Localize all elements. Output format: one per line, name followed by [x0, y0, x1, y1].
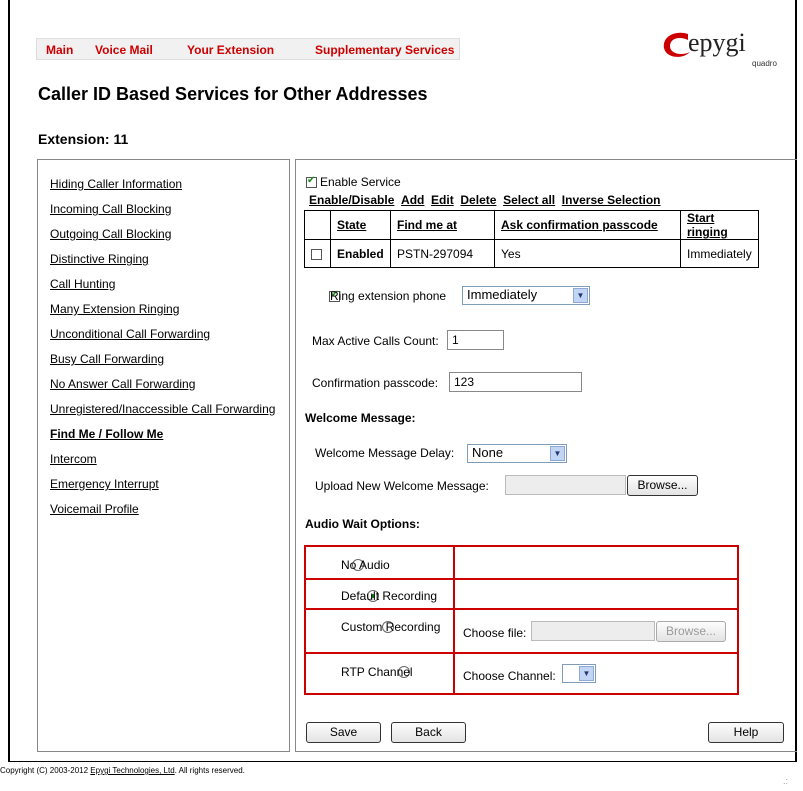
choose-channel-label: Choose Channel:: [463, 669, 556, 683]
welcome-file-input[interactable]: [505, 475, 626, 495]
max-active-calls-label: Max Active Calls Count:: [312, 334, 439, 348]
nav-your-extension[interactable]: Your Extension: [187, 43, 274, 57]
confirmation-passcode-label: Confirmation passcode:: [312, 376, 439, 390]
rtp-channel-label: RTP Channel: [341, 665, 413, 679]
copyright-suffix: . All rights reserved.: [174, 766, 245, 775]
audio-divider: [453, 547, 455, 693]
sidebar-item-distinctive-ringing[interactable]: Distinctive Ringing: [50, 252, 149, 266]
sidebar-item-voicemail-profile[interactable]: Voicemail Profile: [50, 502, 139, 516]
logo-subtext: quadro: [752, 59, 777, 68]
custom-recording-label: Custom Recording: [341, 620, 441, 634]
row-start-ringing: Immediately: [680, 239, 759, 268]
select-all-link[interactable]: Select all: [503, 193, 555, 207]
ring-extension-label: Ring extension phone: [330, 289, 447, 303]
row-checkbox[interactable]: [311, 248, 322, 260]
sidebar-item-unregistered-call-forwarding[interactable]: Unregistered/Inaccessible Call Forwardin…: [50, 402, 275, 416]
confirmation-passcode-input[interactable]: 123: [449, 372, 582, 392]
chevron-down-icon: ▼: [579, 666, 594, 681]
sidebar-item-emergency-interrupt[interactable]: Emergency Interrupt: [50, 477, 159, 491]
ring-extension-select[interactable]: Immediately ▼: [462, 286, 590, 305]
custom-recording-browse-button[interactable]: Browse...: [656, 621, 726, 642]
nav-supplementary-services[interactable]: Supplementary Services: [315, 43, 454, 57]
chevron-down-icon: ▼: [550, 446, 565, 461]
welcome-browse-button[interactable]: Browse...: [627, 475, 698, 496]
audio-divider: [306, 578, 737, 580]
copyright-footer: Copyright (C) 2003-2012 Epygi Technologi…: [0, 766, 245, 775]
audio-divider: [306, 652, 737, 654]
audio-wait-heading: Audio Wait Options:: [305, 517, 420, 531]
find-me-table: State Find me at Ask confirmation passco…: [304, 210, 759, 268]
header-state[interactable]: State: [330, 210, 391, 240]
enable-service-checkbox[interactable]: [306, 175, 317, 189]
top-nav: Main Voice Mail Your Extension Supplemen…: [36, 38, 460, 60]
delete-link[interactable]: Delete: [460, 193, 496, 207]
nav-voice-mail[interactable]: Voice Mail: [95, 43, 153, 57]
copyright-prefix: Copyright (C) 2003-2012: [0, 766, 89, 775]
back-button[interactable]: Back: [391, 722, 466, 743]
logo-text: epygi: [688, 28, 746, 57]
chevron-down-icon: ▼: [573, 288, 588, 303]
header-find-me-at[interactable]: Find me at: [390, 210, 495, 240]
sidebar-item-intercom[interactable]: Intercom: [50, 452, 97, 466]
enable-service-label: Enable Service: [320, 175, 401, 189]
row-select-cell: [304, 239, 331, 268]
audio-divider: [306, 608, 737, 610]
sidebar-item-no-answer-call-forwarding[interactable]: No Answer Call Forwarding: [50, 377, 195, 391]
nav-main[interactable]: Main: [46, 43, 73, 57]
welcome-delay-select[interactable]: None ▼: [467, 444, 567, 463]
sidebar-item-find-me-follow-me[interactable]: Find Me / Follow Me: [50, 427, 163, 441]
enable-disable-link[interactable]: Enable/Disable: [309, 193, 394, 207]
header-select-cell: [304, 210, 331, 240]
edit-link[interactable]: Edit: [431, 193, 454, 207]
epygi-logo: epygi quadro: [660, 26, 780, 76]
max-active-calls-input[interactable]: 1: [447, 330, 504, 350]
save-button[interactable]: Save: [306, 722, 381, 743]
sidebar-item-call-hunting[interactable]: Call Hunting: [50, 277, 115, 291]
page-title: Caller ID Based Services for Other Addre…: [38, 84, 428, 104]
welcome-delay-value: None: [472, 445, 504, 460]
welcome-message-heading: Welcome Message:: [305, 411, 416, 425]
rtp-channel-select[interactable]: ▼: [562, 664, 596, 683]
sidebar-item-many-extension-ringing[interactable]: Many Extension Ringing: [50, 302, 179, 316]
epygi-link[interactable]: Epygi Technologies, Ltd: [90, 766, 174, 775]
default-recording-label: Default Recording: [341, 589, 438, 603]
row-find-me-at: PSTN-297094: [390, 239, 495, 268]
ring-extension-value: Immediately: [467, 287, 538, 302]
header-ask-confirmation[interactable]: Ask confirmation passcode: [494, 210, 681, 240]
choose-file-label: Choose file:: [463, 626, 527, 640]
table-toolbar: Enable/Disable Add Edit Delete Select al…: [309, 193, 661, 207]
sidebar-item-busy-call-forwarding[interactable]: Busy Call Forwarding: [50, 352, 164, 366]
resize-grip-icon[interactable]: .:: [783, 776, 788, 786]
table-row[interactable]: Enabled PSTN-297094 Yes Immediately: [304, 239, 759, 268]
sidebar-item-hiding-caller-information[interactable]: Hiding Caller Information: [50, 177, 182, 191]
add-link[interactable]: Add: [401, 193, 424, 207]
help-button[interactable]: Help: [708, 722, 784, 743]
no-audio-label: No Audio: [341, 558, 390, 572]
table-header-row: State Find me at Ask confirmation passco…: [304, 210, 759, 240]
sidebar-item-unconditional-call-forwarding[interactable]: Unconditional Call Forwarding: [50, 327, 210, 341]
row-ask-confirmation: Yes: [494, 239, 681, 268]
sidebar-item-outgoing-call-blocking[interactable]: Outgoing Call Blocking: [50, 227, 171, 241]
sidebar-item-incoming-call-blocking[interactable]: Incoming Call Blocking: [50, 202, 171, 216]
header-start-ringing[interactable]: Start ringing: [680, 210, 759, 240]
custom-recording-file-input[interactable]: [531, 621, 655, 641]
extension-label: Extension: 11: [38, 131, 129, 147]
row-state: Enabled: [330, 239, 391, 268]
welcome-delay-label: Welcome Message Delay:: [315, 446, 455, 460]
inverse-selection-link[interactable]: Inverse Selection: [562, 193, 661, 207]
upload-welcome-label: Upload New Welcome Message:: [315, 479, 489, 493]
sidebar: Hiding Caller Information Incoming Call …: [37, 159, 290, 752]
